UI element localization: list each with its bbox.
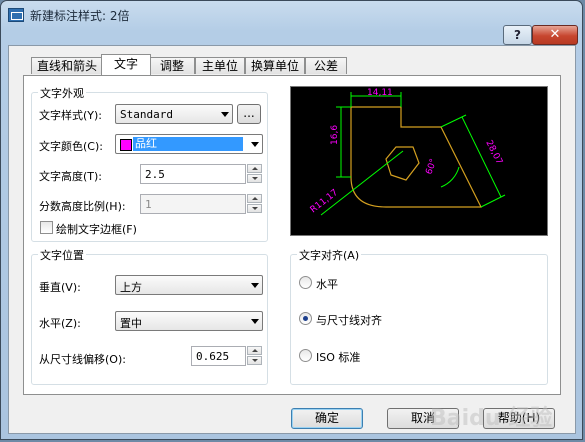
horizontal-combo[interactable]: 置中 xyxy=(115,311,263,331)
spin-down-icon[interactable] xyxy=(247,174,262,183)
text-style-combo[interactable]: Standard xyxy=(115,104,233,124)
align-with-line-label: 与尺寸线对齐 xyxy=(316,314,382,327)
tab-fit[interactable]: 调整 xyxy=(149,57,195,74)
offset-value: 0.625 xyxy=(196,350,230,363)
title-bar[interactable]: 新建标注样式: 2倍 xyxy=(1,1,582,29)
tab-text[interactable]: 文字 xyxy=(101,54,151,75)
text-height-spinner[interactable]: 2.5 xyxy=(140,164,262,184)
spin-up-icon[interactable] xyxy=(247,346,262,355)
fraction-height-value: 1 xyxy=(145,198,152,211)
chevron-down-icon xyxy=(251,319,259,324)
dim-angle-text: 60° xyxy=(424,158,439,176)
preview-dimensions xyxy=(320,92,506,216)
text-alignment-title: 文字对齐(A) xyxy=(297,247,362,263)
align-horizontal-radio[interactable] xyxy=(299,276,312,289)
align-horizontal-label: 水平 xyxy=(316,278,338,291)
align-iso-label: ISO 标准 xyxy=(316,351,361,364)
chevron-down-icon xyxy=(251,283,259,288)
preview-area: 14,11 16,6 28,07 60° R11,17 xyxy=(290,86,548,236)
spin-down-icon[interactable] xyxy=(247,356,262,365)
dim-top-text: 14,11 xyxy=(367,88,393,98)
offset-label: 从尺寸线偏移(O): xyxy=(39,353,126,366)
text-placement-title: 文字位置 xyxy=(38,247,86,263)
offset-spinner[interactable]: 0.625 xyxy=(191,346,262,366)
chevron-down-icon xyxy=(221,112,229,117)
fraction-height-spinner[interactable]: 1 xyxy=(140,194,262,214)
ok-button[interactable]: 确定 xyxy=(291,408,363,429)
text-color-label: 文字颜色(C): xyxy=(39,140,103,153)
dim-left-text: 16,6 xyxy=(330,125,340,145)
align-iso-radio[interactable] xyxy=(299,349,312,362)
align-with-line-radio[interactable] xyxy=(299,312,312,325)
fraction-height-label: 分数高度比例(H): xyxy=(39,200,126,213)
horizontal-label: 水平(Z): xyxy=(39,317,81,330)
text-style-label: 文字样式(Y): xyxy=(39,109,103,122)
spin-up-icon[interactable] xyxy=(247,164,262,173)
close-button[interactable]: ✕ xyxy=(532,25,578,45)
spin-up-icon[interactable] xyxy=(247,194,262,203)
text-color-value: 品红 xyxy=(133,137,243,151)
tab-primary-units[interactable]: 主单位 xyxy=(195,57,245,74)
dim-radius-text: R11,17 xyxy=(309,188,340,216)
tab-tolerances[interactable]: 公差 xyxy=(305,57,347,74)
app-icon xyxy=(8,8,24,22)
text-style-value: Standard xyxy=(120,108,173,121)
chevron-down-icon xyxy=(251,142,259,147)
text-color-combo[interactable]: 品红 xyxy=(115,134,263,154)
color-swatch-icon xyxy=(120,139,132,151)
vertical-combo[interactable]: 上方 xyxy=(115,275,263,295)
draw-frame-label: 绘制文字边框(F) xyxy=(56,223,137,236)
window-title: 新建标注样式: 2倍 xyxy=(30,9,130,23)
text-height-value: 2.5 xyxy=(145,168,165,181)
text-appearance-title: 文字外观 xyxy=(38,85,86,101)
text-style-browse-button[interactable]: ... xyxy=(237,104,261,124)
vertical-label: 垂直(V): xyxy=(39,281,81,294)
spin-down-icon[interactable] xyxy=(247,204,262,213)
watermark: Baidu 经验 xyxy=(430,406,553,431)
horizontal-value: 置中 xyxy=(120,317,142,330)
text-height-label: 文字高度(T): xyxy=(39,170,103,183)
preview-part-outline xyxy=(350,106,482,208)
help-title-button[interactable]: ? xyxy=(503,25,532,45)
vertical-value: 上方 xyxy=(120,281,142,294)
tab-lines-arrows[interactable]: 直线和箭头 xyxy=(31,57,103,74)
dim-right-text: 28,07 xyxy=(483,139,504,166)
preview-drawing: 14,11 16,6 28,07 60° R11,17 xyxy=(309,88,506,216)
tab-alternate-units[interactable]: 换算单位 xyxy=(245,57,305,74)
draw-frame-checkbox[interactable] xyxy=(40,221,53,234)
